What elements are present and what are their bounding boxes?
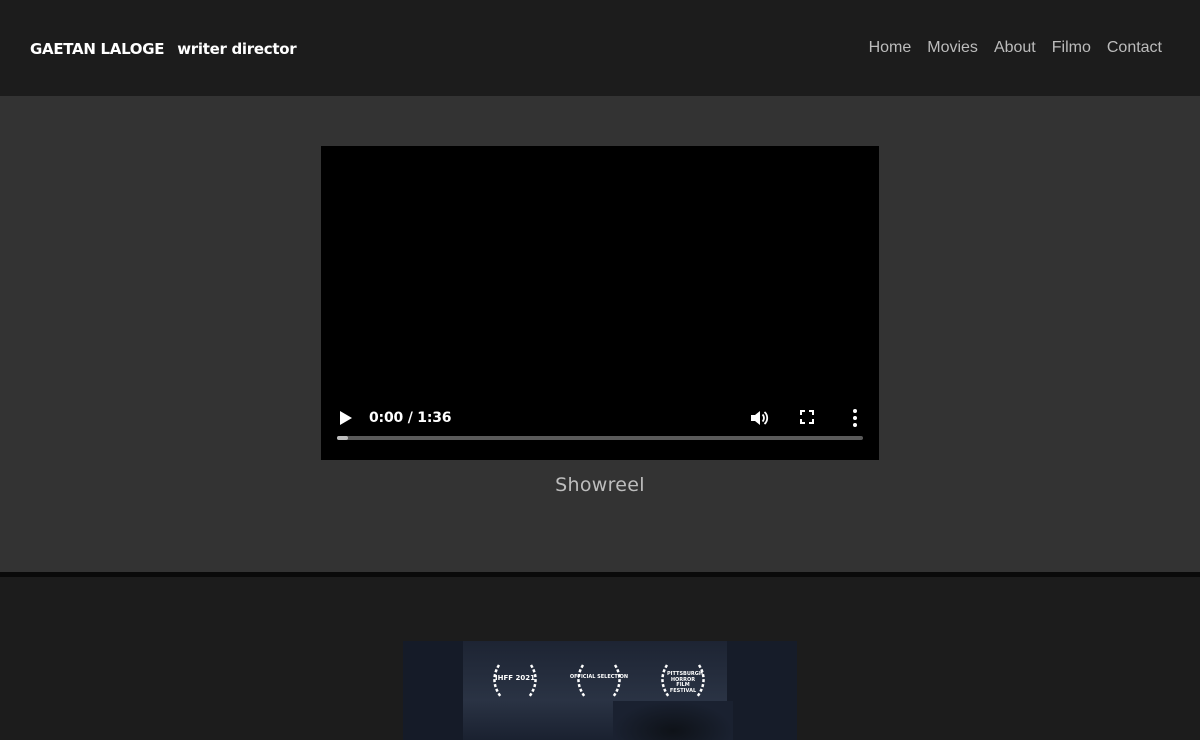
movie-section: IHFF 2021 OFFICIAL SELECTION PITTSBURGH … (0, 577, 1200, 740)
nav-filmo[interactable]: Filmo (1052, 39, 1091, 57)
poster-building-left (403, 641, 463, 740)
nav-home[interactable]: Home (869, 39, 912, 57)
poster-tree (613, 701, 733, 740)
site-name: GAETAN LALOGE (30, 40, 165, 58)
volume-icon[interactable] (749, 408, 769, 428)
brand[interactable]: GAETAN LALOGE writer director (30, 40, 297, 58)
laurel-ihff-text: IHFF 2021 (495, 674, 535, 682)
movie-poster[interactable]: IHFF 2021 OFFICIAL SELECTION PITTSBURGH … (403, 641, 797, 740)
laurel-icon (577, 664, 621, 698)
video-caption: Showreel (555, 474, 645, 496)
site-role: writer director (177, 40, 297, 58)
poster-building-right (727, 641, 797, 740)
laurel-pittsburgh: PITTSBURGH HORROR FILM FESTIVAL (653, 661, 713, 701)
video-progress-bar[interactable] (337, 436, 863, 440)
play-icon[interactable] (339, 410, 353, 426)
nav-contact[interactable]: Contact (1107, 39, 1162, 57)
video-player[interactable]: 0:00 / 1:36 (321, 146, 879, 460)
laurel-ihff: IHFF 2021 (485, 661, 545, 701)
fullscreen-icon[interactable] (799, 409, 815, 425)
more-vertical-icon[interactable] (851, 408, 859, 428)
showreel-section: 0:00 / 1:36 Showreel (0, 96, 1200, 572)
video-progress-fill (337, 436, 348, 440)
nav-about[interactable]: About (994, 39, 1036, 57)
video-controls: 0:00 / 1:36 (321, 390, 879, 460)
laurel-pittsburgh-text: PITTSBURGH HORROR FILM FESTIVAL (667, 671, 704, 694)
video-time: 0:00 / 1:36 (369, 410, 452, 426)
nav-movies[interactable]: Movies (927, 39, 978, 57)
laurel-official-text: OFFICIAL SELECTION (569, 674, 629, 680)
main-nav: Home Movies About Filmo Contact (869, 39, 1162, 57)
site-header: GAETAN LALOGE writer director Home Movie… (0, 0, 1200, 96)
laurel-official: OFFICIAL SELECTION (569, 661, 629, 701)
